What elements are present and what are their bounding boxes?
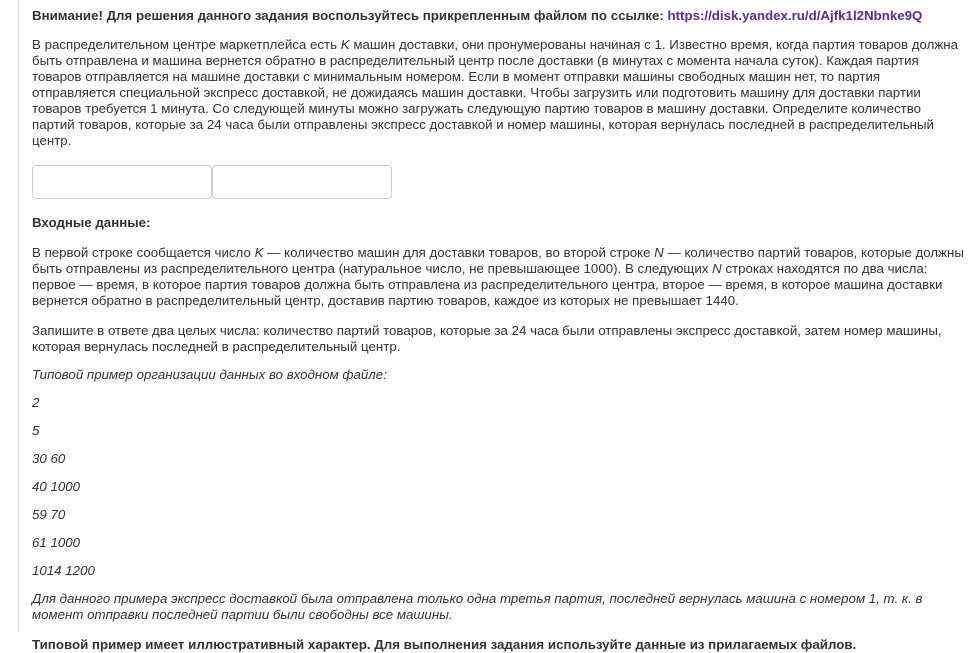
task-content: Внимание! Для решения данного задания во…	[32, 6, 967, 653]
warning-text: Внимание! Для решения данного задания во…	[32, 8, 668, 23]
answer-instructions: Запишите в ответе два целых числа: колич…	[32, 323, 942, 354]
var-n: N	[654, 245, 664, 260]
problem-text-a: В распределительном центре маркетплейса …	[32, 37, 341, 52]
answer-fields	[32, 165, 967, 199]
var-k: K	[340, 37, 350, 52]
answer-input-2[interactable]	[212, 165, 392, 199]
problem-text-b: машин доставки, они пронумерованы начина…	[32, 37, 959, 148]
input-heading: Входные данные:	[32, 215, 151, 230]
left-rail-divider	[18, 0, 19, 632]
input-text-b: — количество машин для доставки товаров,…	[263, 245, 655, 260]
answer-input-1[interactable]	[32, 165, 212, 199]
example-data: 2 5 30 60 40 1000 59 70 61 1000 1014 120…	[32, 389, 967, 585]
example-line: 2	[32, 395, 40, 410]
example-title: Типовой пример организации данных во вхо…	[32, 367, 387, 382]
input-text-a: В первой строке сообщается число	[32, 245, 255, 260]
warning-line: Внимание! Для решения данного задания во…	[32, 6, 967, 26]
example-line: 1014 1200	[32, 563, 95, 578]
example-line: 30 60	[32, 451, 66, 466]
example-explanation: Для данного примера экспресс доставкой б…	[32, 591, 923, 622]
file-link[interactable]: https://disk.yandex.ru/d/Ajfk1l2Nbnke9Q	[667, 8, 922, 23]
example-line: 59 70	[32, 507, 66, 522]
task-page: Внимание! Для решения данного задания во…	[0, 0, 979, 652]
var-n-2: N	[712, 261, 722, 276]
example-line: 40 1000	[32, 479, 81, 494]
final-note: Типовой пример имеет иллюстративный хара…	[32, 637, 857, 652]
example-line: 61 1000	[32, 535, 81, 550]
example-line: 5	[32, 423, 40, 438]
problem-statement: В распределительном центре маркетплейса …	[32, 37, 967, 149]
input-description: В первой строке сообщается число K — кол…	[32, 245, 967, 309]
